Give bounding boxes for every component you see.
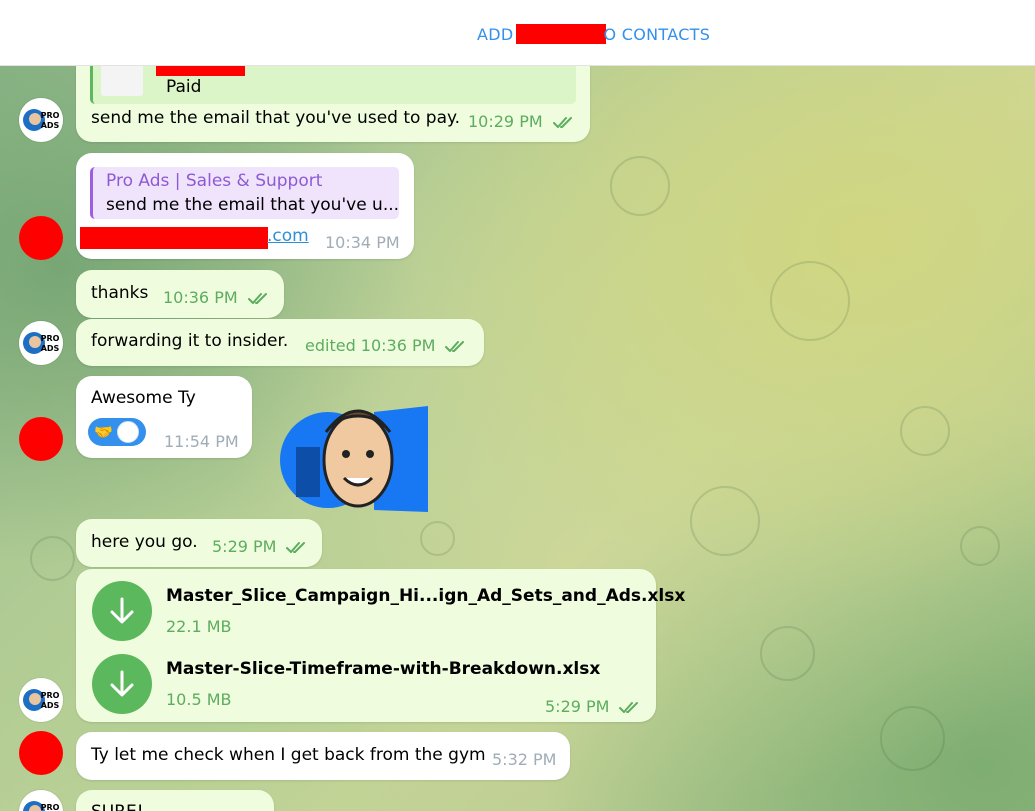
reply-preview[interactable]: Pro Ads | Sales & Support send me the em… <box>90 167 399 219</box>
svg-text:ADS: ADS <box>41 121 60 130</box>
message-bubble[interactable]: Pro Ads | Sales & Support send me the em… <box>76 153 414 259</box>
message-meta: 5:29 PM <box>545 697 643 716</box>
double-check-icon <box>445 340 465 352</box>
message-time: 5:32 PM <box>492 750 557 769</box>
avatar-image: PRO ADS <box>19 321 63 365</box>
file-size: 22.1 MB <box>166 617 232 636</box>
doodle-pattern <box>610 156 670 216</box>
redaction-bar <box>515 24 606 44</box>
double-check-icon <box>552 116 572 128</box>
download-button[interactable] <box>92 581 152 641</box>
message-bubble[interactable]: Awesome Ty 🤝 11:54 PM <box>76 376 252 458</box>
reaction-chip[interactable]: 🤝 <box>88 418 146 446</box>
message-time: 5:29 PM <box>545 697 610 716</box>
message-bubble[interactable]: Paid send me the email that you've used … <box>76 66 590 142</box>
svg-text:PRO: PRO <box>41 111 60 120</box>
message-meta: 10:36 PM <box>163 288 272 307</box>
pro-ads-avatar[interactable]: PRO ADS <box>19 321 63 365</box>
download-icon <box>110 670 134 697</box>
svg-text:ADS: ADS <box>41 344 60 353</box>
svg-text:PRO: PRO <box>41 803 60 811</box>
svg-text:PRO: PRO <box>41 334 60 343</box>
add-contacts-suffix: O CONTACTS <box>603 24 711 44</box>
message-time: edited 10:36 PM <box>305 336 436 355</box>
doodle-pattern <box>420 521 455 556</box>
svg-text:PRO: PRO <box>41 691 60 700</box>
sticker-image[interactable] <box>278 392 438 522</box>
message-meta: 5:32 PM <box>492 750 556 769</box>
message-text: thanks <box>91 283 149 303</box>
handshake-icon: 🤝 <box>94 423 113 441</box>
reply-text: send me the email that you've u... <box>106 195 400 215</box>
message-meta: 10:29 PM <box>468 112 577 131</box>
add-to-contacts-button[interactable]: ADD O CONTACTS <box>477 22 710 46</box>
download-button[interactable] <box>92 654 152 714</box>
doodle-pattern <box>760 626 815 681</box>
message-text: forwarding it to insider. <box>91 331 289 351</box>
message-bubble[interactable]: thanks 10:36 PM <box>76 270 284 318</box>
doodle-pattern <box>960 526 1000 566</box>
message-text: SURE! <box>91 802 144 811</box>
message-text: Awesome Ty <box>91 388 196 408</box>
file-name[interactable]: Master_Slice_Campaign_Hi...ign_Ad_Sets_a… <box>166 586 685 606</box>
doodle-pattern <box>770 261 850 341</box>
pro-ads-avatar[interactable]: PRO ADS <box>19 790 63 811</box>
user-avatar[interactable] <box>19 731 63 775</box>
doodle-pattern <box>30 536 75 581</box>
message-bubble[interactable]: here you go. 5:29 PM <box>76 519 322 567</box>
quoted-thumbnail <box>101 66 143 96</box>
message-meta: 5:29 PM <box>212 537 310 556</box>
avatar-image: PRO ADS <box>19 98 63 142</box>
pro-ads-avatar[interactable]: PRO ADS <box>19 98 63 142</box>
message-text: here you go. <box>91 532 198 552</box>
message-bubble[interactable]: Ty let me check when I get back from the… <box>76 732 570 780</box>
user-avatar[interactable] <box>19 417 63 461</box>
chat-area[interactable]: Paid send me the email that you've used … <box>0 66 1035 811</box>
doodle-pattern <box>900 406 950 456</box>
reply-author: Pro Ads | Sales & Support <box>106 171 323 191</box>
double-check-icon <box>247 292 267 304</box>
user-avatar[interactable] <box>19 216 63 260</box>
avatar-image: PRO ADS <box>19 678 63 722</box>
reactor-avatar <box>116 421 139 443</box>
message-bubble[interactable]: SURE! <box>76 790 274 811</box>
add-contacts-prefix: ADD <box>477 24 514 44</box>
message-time: 10:36 PM <box>163 288 238 307</box>
file-size: 10.5 MB <box>166 690 232 709</box>
redaction-bar <box>156 66 245 76</box>
message-bubble[interactable]: forwarding it to insider. edited 10:36 P… <box>76 319 484 366</box>
doodle-pattern <box>880 706 945 771</box>
double-check-icon <box>619 701 639 713</box>
message-time: 10:29 PM <box>468 112 543 131</box>
message-text: send me the email that you've used to pa… <box>91 108 461 128</box>
message-meta: 10:34 PM <box>325 233 400 252</box>
doodle-pattern <box>690 486 760 556</box>
file-name[interactable]: Master-Slice-Timeframe-with-Breakdown.xl… <box>166 659 600 679</box>
message-text: Ty let me check when I get back from the… <box>91 745 486 765</box>
double-check-icon <box>286 541 306 553</box>
download-icon <box>110 597 134 624</box>
pro-ads-avatar[interactable]: PRO ADS <box>19 678 63 722</box>
message-time: 5:29 PM <box>212 537 277 556</box>
message-time: 10:34 PM <box>325 233 400 252</box>
redaction-bar <box>80 227 268 249</box>
avatar-image: PRO ADS <box>19 790 63 811</box>
svg-text:ADS: ADS <box>41 701 60 710</box>
quoted-message[interactable]: Paid <box>90 66 576 104</box>
message-meta: 11:54 PM <box>164 432 239 451</box>
email-link[interactable]: .com <box>267 226 309 246</box>
quoted-text: Paid <box>166 77 202 97</box>
message-bubble[interactable]: Master_Slice_Campaign_Hi...ign_Ad_Sets_a… <box>76 569 685 722</box>
message-meta: edited 10:36 PM <box>305 336 469 355</box>
message-time: 11:54 PM <box>164 432 239 451</box>
chat-header: ADD O CONTACTS <box>0 0 1035 66</box>
